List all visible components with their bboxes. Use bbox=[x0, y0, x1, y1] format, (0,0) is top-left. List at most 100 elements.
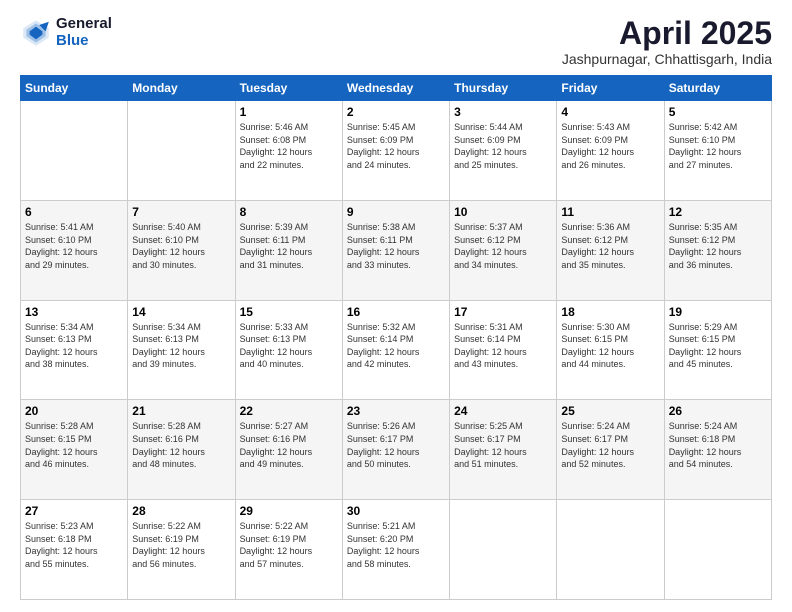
day-number: 23 bbox=[347, 404, 445, 418]
day-info: Sunrise: 5:21 AMSunset: 6:20 PMDaylight:… bbox=[347, 520, 445, 570]
day-number: 15 bbox=[240, 305, 338, 319]
calendar-day-cell: 29 Sunrise: 5:22 AMSunset: 6:19 PMDayligh… bbox=[235, 500, 342, 600]
logo-blue: Blue bbox=[56, 33, 112, 50]
day-number: 18 bbox=[561, 305, 659, 319]
day-of-week-header: Monday bbox=[128, 76, 235, 101]
calendar-day-cell: 28 Sunrise: 5:22 AMSunset: 6:19 PMDayligh… bbox=[128, 500, 235, 600]
day-number: 29 bbox=[240, 504, 338, 518]
calendar-day-cell: 23Sunrise: 5:26 AMSunset: 6:17 PMDayligh… bbox=[342, 400, 449, 500]
calendar-day-cell: 14Sunrise: 5:34 AMSunset: 6:13 PMDayligh… bbox=[128, 300, 235, 400]
day-info: Sunrise: 5:39 AMSunset: 6:11 PMDaylight:… bbox=[240, 221, 338, 271]
logo-text: General Blue bbox=[56, 16, 112, 49]
day-number: 25 bbox=[561, 404, 659, 418]
calendar-day-cell: 10 Sunrise: 5:37 AMSunset: 6:12 PMDayligh… bbox=[450, 200, 557, 300]
day-number: 26 bbox=[669, 404, 767, 418]
day-number: 28 bbox=[132, 504, 230, 518]
day-info: Sunrise: 5:28 AMSunset: 6:16 PMDaylight:… bbox=[132, 420, 230, 470]
logo: General Blue bbox=[20, 16, 112, 49]
calendar-day-cell bbox=[450, 500, 557, 600]
day-number: 13 bbox=[25, 305, 123, 319]
day-info: Sunrise: 5:27 AMSunset: 6:16 PMDaylight:… bbox=[240, 420, 338, 470]
calendar-day-cell bbox=[128, 101, 235, 201]
day-number: 14 bbox=[132, 305, 230, 319]
day-number: 30 bbox=[347, 504, 445, 518]
day-info: Sunrise: 5:41 AMSunset: 6:10 PMDaylight:… bbox=[25, 221, 123, 271]
day-info: Sunrise: 5:37 AMSunset: 6:12 PMDaylight:… bbox=[454, 221, 552, 271]
calendar-week-row: 20 Sunrise: 5:28 AMSunset: 6:15 PMDayligh… bbox=[21, 400, 772, 500]
calendar-day-cell: 21 Sunrise: 5:28 AMSunset: 6:16 PMDayligh… bbox=[128, 400, 235, 500]
day-of-week-header: Thursday bbox=[450, 76, 557, 101]
day-info: Sunrise: 5:32 AMSunset: 6:14 PMDaylight:… bbox=[347, 321, 445, 371]
day-number: 10 bbox=[454, 205, 552, 219]
day-info: Sunrise: 5:38 AMSunset: 6:11 PMDaylight:… bbox=[347, 221, 445, 271]
calendar-day-cell: 30 Sunrise: 5:21 AMSunset: 6:20 PMDayligh… bbox=[342, 500, 449, 600]
page: General Blue April 2025 Jashpurnagar, Ch… bbox=[0, 0, 792, 612]
day-info: Sunrise: 5:23 AMSunset: 6:18 PMDaylight:… bbox=[25, 520, 123, 570]
day-info: Sunrise: 5:33 AMSunset: 6:13 PMDaylight:… bbox=[240, 321, 338, 371]
day-number: 16 bbox=[347, 305, 445, 319]
day-of-week-header: Wednesday bbox=[342, 76, 449, 101]
calendar-week-row: 6 Sunrise: 5:41 AMSunset: 6:10 PMDaylight… bbox=[21, 200, 772, 300]
day-info: Sunrise: 5:35 AMSunset: 6:12 PMDaylight:… bbox=[669, 221, 767, 271]
location: Jashpurnagar, Chhattisgarh, India bbox=[562, 51, 772, 67]
calendar-week-row: 13 Sunrise: 5:34 AMSunset: 6:13 PMDayligh… bbox=[21, 300, 772, 400]
calendar-day-cell: 9 Sunrise: 5:38 AMSunset: 6:11 PMDaylight… bbox=[342, 200, 449, 300]
calendar-day-cell: 22 Sunrise: 5:27 AMSunset: 6:16 PMDayligh… bbox=[235, 400, 342, 500]
logo-general: General bbox=[56, 16, 112, 33]
day-number: 3 bbox=[454, 105, 552, 119]
day-info: Sunrise: 5:24 AMSunset: 6:18 PMDaylight:… bbox=[669, 420, 767, 470]
day-info: Sunrise: 5:42 AMSunset: 6:10 PMDaylight:… bbox=[669, 121, 767, 171]
calendar-day-cell: 11Sunrise: 5:36 AMSunset: 6:12 PMDayligh… bbox=[557, 200, 664, 300]
day-number: 4 bbox=[561, 105, 659, 119]
calendar-day-cell bbox=[21, 101, 128, 201]
calendar-day-cell: 16 Sunrise: 5:32 AMSunset: 6:14 PMDayligh… bbox=[342, 300, 449, 400]
calendar-day-cell: 2 Sunrise: 5:45 AMSunset: 6:09 PMDaylight… bbox=[342, 101, 449, 201]
day-number: 12 bbox=[669, 205, 767, 219]
day-info: Sunrise: 5:22 AMSunset: 6:19 PMDaylight:… bbox=[132, 520, 230, 570]
day-info: Sunrise: 5:34 AMSunset: 6:13 PMDaylight:… bbox=[25, 321, 123, 371]
day-number: 1 bbox=[240, 105, 338, 119]
calendar-day-cell: 15 Sunrise: 5:33 AMSunset: 6:13 PMDayligh… bbox=[235, 300, 342, 400]
calendar-day-cell: 25 Sunrise: 5:24 AMSunset: 6:17 PMDayligh… bbox=[557, 400, 664, 500]
day-number: 6 bbox=[25, 205, 123, 219]
day-number: 20 bbox=[25, 404, 123, 418]
calendar-day-cell: 12 Sunrise: 5:35 AMSunset: 6:12 PMDayligh… bbox=[664, 200, 771, 300]
header: General Blue April 2025 Jashpurnagar, Ch… bbox=[20, 16, 772, 67]
day-info: Sunrise: 5:45 AMSunset: 6:09 PMDaylight:… bbox=[347, 121, 445, 171]
day-info: Sunrise: 5:24 AMSunset: 6:17 PMDaylight:… bbox=[561, 420, 659, 470]
title-block: April 2025 Jashpurnagar, Chhattisgarh, I… bbox=[562, 16, 772, 67]
day-info: Sunrise: 5:22 AMSunset: 6:19 PMDaylight:… bbox=[240, 520, 338, 570]
calendar-day-cell bbox=[664, 500, 771, 600]
calendar-day-cell: 26 Sunrise: 5:24 AMSunset: 6:18 PMDayligh… bbox=[664, 400, 771, 500]
calendar-day-cell: 7 Sunrise: 5:40 AMSunset: 6:10 PMDaylight… bbox=[128, 200, 235, 300]
day-number: 17 bbox=[454, 305, 552, 319]
calendar-day-cell: 20 Sunrise: 5:28 AMSunset: 6:15 PMDayligh… bbox=[21, 400, 128, 500]
day-number: 21 bbox=[132, 404, 230, 418]
day-number: 7 bbox=[132, 205, 230, 219]
day-of-week-header: Saturday bbox=[664, 76, 771, 101]
day-of-week-header: Sunday bbox=[21, 76, 128, 101]
day-info: Sunrise: 5:29 AMSunset: 6:15 PMDaylight:… bbox=[669, 321, 767, 371]
day-info: Sunrise: 5:30 AMSunset: 6:15 PMDaylight:… bbox=[561, 321, 659, 371]
day-number: 2 bbox=[347, 105, 445, 119]
day-number: 9 bbox=[347, 205, 445, 219]
day-number: 22 bbox=[240, 404, 338, 418]
calendar-day-cell: 1Sunrise: 5:46 AMSunset: 6:08 PMDaylight… bbox=[235, 101, 342, 201]
calendar-day-cell: 5Sunrise: 5:42 AMSunset: 6:10 PMDaylight… bbox=[664, 101, 771, 201]
calendar-day-cell: 17 Sunrise: 5:31 AMSunset: 6:14 PMDayligh… bbox=[450, 300, 557, 400]
calendar-week-row: 27Sunrise: 5:23 AMSunset: 6:18 PMDayligh… bbox=[21, 500, 772, 600]
calendar-day-cell: 3Sunrise: 5:44 AMSunset: 6:09 PMDaylight… bbox=[450, 101, 557, 201]
day-info: Sunrise: 5:31 AMSunset: 6:14 PMDaylight:… bbox=[454, 321, 552, 371]
day-info: Sunrise: 5:28 AMSunset: 6:15 PMDaylight:… bbox=[25, 420, 123, 470]
day-number: 19 bbox=[669, 305, 767, 319]
calendar-day-cell: 19 Sunrise: 5:29 AMSunset: 6:15 PMDayligh… bbox=[664, 300, 771, 400]
day-number: 24 bbox=[454, 404, 552, 418]
calendar-week-row: 1Sunrise: 5:46 AMSunset: 6:08 PMDaylight… bbox=[21, 101, 772, 201]
calendar-table: SundayMondayTuesdayWednesdayThursdayFrid… bbox=[20, 75, 772, 600]
day-info: Sunrise: 5:40 AMSunset: 6:10 PMDaylight:… bbox=[132, 221, 230, 271]
logo-icon bbox=[20, 17, 52, 49]
calendar-day-cell: 13 Sunrise: 5:34 AMSunset: 6:13 PMDayligh… bbox=[21, 300, 128, 400]
month-title: April 2025 bbox=[562, 16, 772, 51]
day-of-week-header: Friday bbox=[557, 76, 664, 101]
day-number: 11 bbox=[561, 205, 659, 219]
